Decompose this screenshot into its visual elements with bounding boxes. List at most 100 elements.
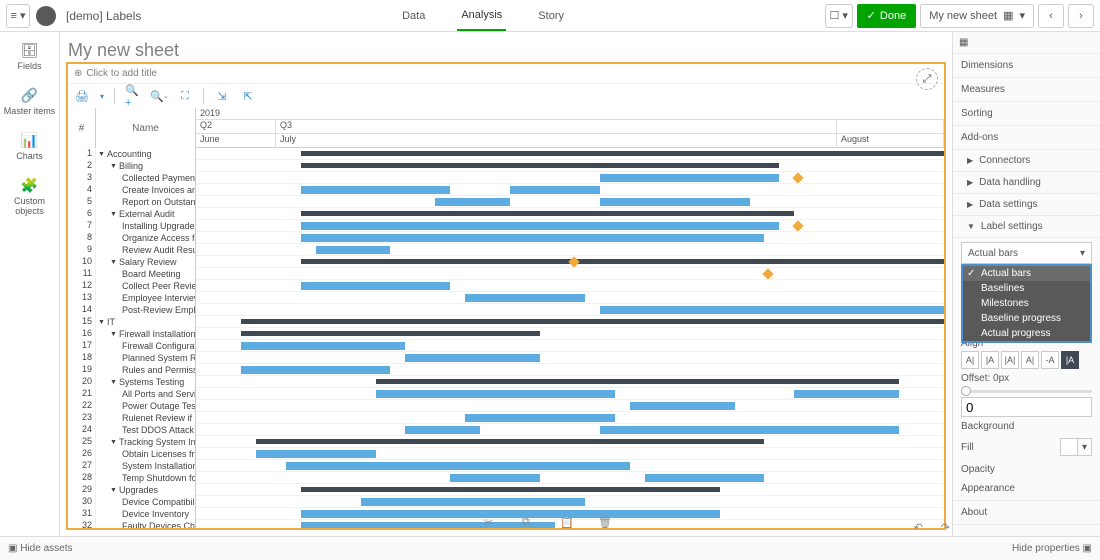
zoom-in-icon[interactable]: 🔍+ [125, 88, 141, 104]
sheet-name-control[interactable]: My new sheet ▦ ▾ [920, 4, 1034, 28]
redo-icon[interactable]: ↷ [941, 521, 950, 534]
table-row[interactable]: 18Planned System Restart [68, 352, 195, 364]
align-right-inside[interactable]: A| [1021, 351, 1039, 369]
summary-bar[interactable] [241, 319, 944, 324]
table-row[interactable]: 25▼Tracking System Installation [68, 436, 195, 448]
task-bar[interactable] [241, 342, 406, 350]
table-row[interactable]: 11Board Meeting [68, 268, 195, 280]
table-row[interactable]: 30Device Compatibility Review [68, 496, 195, 508]
summary-bar[interactable] [256, 439, 765, 444]
summary-bar[interactable] [241, 331, 540, 336]
dropdown-option[interactable]: Baseline progress [963, 311, 1090, 326]
asset-custom[interactable]: 🧩Custom objects [0, 171, 59, 226]
dropdown-option[interactable]: Baselines [963, 281, 1090, 296]
props-measures[interactable]: Measures [953, 78, 1100, 102]
table-row[interactable]: 24Test DDOS Attack [68, 424, 195, 436]
expand-all-icon[interactable]: ⇲ [214, 88, 230, 104]
table-row[interactable]: 5Report on Outstanding Collections [68, 196, 195, 208]
task-bar[interactable] [301, 234, 765, 242]
table-row[interactable]: 21All Ports and Services Test [68, 388, 195, 400]
viz-frame[interactable]: ⊕ Click to add title ⤢ 🖨▾ 🔍+ 🔍- ⛶ ⇲ ⇱ # … [66, 62, 946, 530]
offset-input[interactable] [961, 397, 1092, 417]
next-sheet-button[interactable]: › [1068, 4, 1094, 28]
milestone-diamond[interactable] [793, 172, 804, 183]
gantt-timeline[interactable]: 2019 Q2Q3 JuneJulyAugust [196, 108, 944, 528]
task-bar[interactable] [301, 282, 451, 290]
app-menu-button[interactable]: ≡ ▾ [6, 4, 30, 28]
dropdown-option[interactable]: Milestones [963, 296, 1090, 311]
delete-icon[interactable]: 🗑 [598, 516, 616, 534]
task-bar[interactable] [316, 246, 391, 254]
table-row[interactable]: 2▼Billing [68, 160, 195, 172]
props-dimensions[interactable]: Dimensions [953, 54, 1100, 78]
task-bar[interactable] [794, 390, 899, 398]
table-row[interactable]: 10▼Salary Review [68, 256, 195, 268]
table-row[interactable]: 31Device Inventory [68, 508, 195, 520]
asset-master[interactable]: 🔗Master items [0, 81, 59, 126]
fit-icon[interactable]: ⛶ [177, 88, 193, 104]
align-right-outside[interactable]: -A [1041, 351, 1059, 369]
tab-data[interactable]: Data [398, 2, 429, 30]
print-icon[interactable]: 🖨 [74, 88, 90, 104]
task-bar[interactable] [241, 366, 391, 374]
task-bar[interactable] [405, 426, 480, 434]
summary-bar[interactable] [301, 259, 944, 264]
props-sorting[interactable]: Sorting [953, 102, 1100, 126]
table-row[interactable]: 29▼Upgrades [68, 484, 195, 496]
viz-title-bar[interactable]: ⊕ Click to add title [68, 64, 944, 84]
task-bar[interactable] [645, 474, 765, 482]
bookmark-button[interactable]: ☐ ▾ [825, 4, 853, 28]
table-row[interactable]: 6▼External Audit [68, 208, 195, 220]
task-bar[interactable] [301, 186, 451, 194]
summary-bar[interactable] [301, 163, 780, 168]
dropdown-option[interactable]: Actual progress [963, 326, 1090, 341]
table-row[interactable]: 14Post-Review Employee Interview [68, 304, 195, 316]
tab-analysis[interactable]: Analysis [457, 1, 506, 31]
task-bar[interactable] [450, 474, 540, 482]
slider-thumb[interactable] [961, 386, 971, 396]
summary-bar[interactable] [301, 211, 795, 216]
task-bar[interactable] [465, 294, 585, 302]
table-row[interactable]: 27System Installation [68, 460, 195, 472]
props-addons[interactable]: Add-ons [953, 126, 1100, 150]
dropdown-option[interactable]: Actual bars [963, 266, 1090, 281]
task-bar[interactable] [600, 174, 780, 182]
table-row[interactable]: 22Power Outage Tests [68, 400, 195, 412]
table-row[interactable]: 16▼Firewall Installation [68, 328, 195, 340]
table-row[interactable]: 12Collect Peer Review Data [68, 280, 195, 292]
fill-swatch[interactable]: ▾ [1060, 438, 1092, 456]
zoom-out-icon[interactable]: 🔍- [151, 88, 167, 104]
task-bar[interactable] [256, 450, 376, 458]
paste-icon[interactable]: 📋 [560, 516, 578, 534]
asset-fields[interactable]: 🗄Fields [0, 36, 59, 81]
table-row[interactable]: 20▼Systems Testing [68, 376, 195, 388]
summary-bar[interactable] [301, 487, 720, 492]
table-row[interactable]: 17Firewall Configuration [68, 340, 195, 352]
table-row[interactable]: 3Collected Payments Review [68, 172, 195, 184]
task-bar[interactable] [405, 354, 540, 362]
table-row[interactable]: 8Organize Access for External Auditors [68, 232, 195, 244]
table-row[interactable]: 15▼IT [68, 316, 195, 328]
task-bar[interactable] [600, 198, 750, 206]
props-data-handling[interactable]: ▶Data handling [953, 172, 1100, 194]
table-row[interactable]: 28Temp Shutdown for IT Audits [68, 472, 195, 484]
align-far-right[interactable]: |A [1061, 351, 1079, 369]
cut-icon[interactable]: ✂ [484, 516, 502, 534]
props-label-settings[interactable]: ▼Label settings [953, 216, 1100, 238]
props-connectors[interactable]: ▶Connectors [953, 150, 1100, 172]
done-button[interactable]: ✓ Done [857, 4, 917, 28]
expand-viz-button[interactable]: ⤢ [916, 68, 938, 90]
props-about[interactable]: About [953, 501, 1100, 525]
table-row[interactable]: 9Review Audit Results [68, 244, 195, 256]
props-appearance[interactable]: Appearance [953, 477, 1100, 501]
task-bar[interactable] [600, 306, 944, 314]
hide-properties-button[interactable]: Hide properties ▣ [1012, 543, 1092, 554]
align-center[interactable]: |A| [1001, 351, 1019, 369]
table-row[interactable]: 4Create Invoices and Send Invoices [68, 184, 195, 196]
table-row[interactable]: 19Rules and Permissions Audit [68, 364, 195, 376]
align-left-inside[interactable]: |A [981, 351, 999, 369]
offset-slider[interactable] [961, 390, 1092, 393]
collapse-all-icon[interactable]: ⇱ [240, 88, 256, 104]
summary-bar[interactable] [301, 151, 944, 156]
milestone-diamond[interactable] [793, 220, 804, 231]
